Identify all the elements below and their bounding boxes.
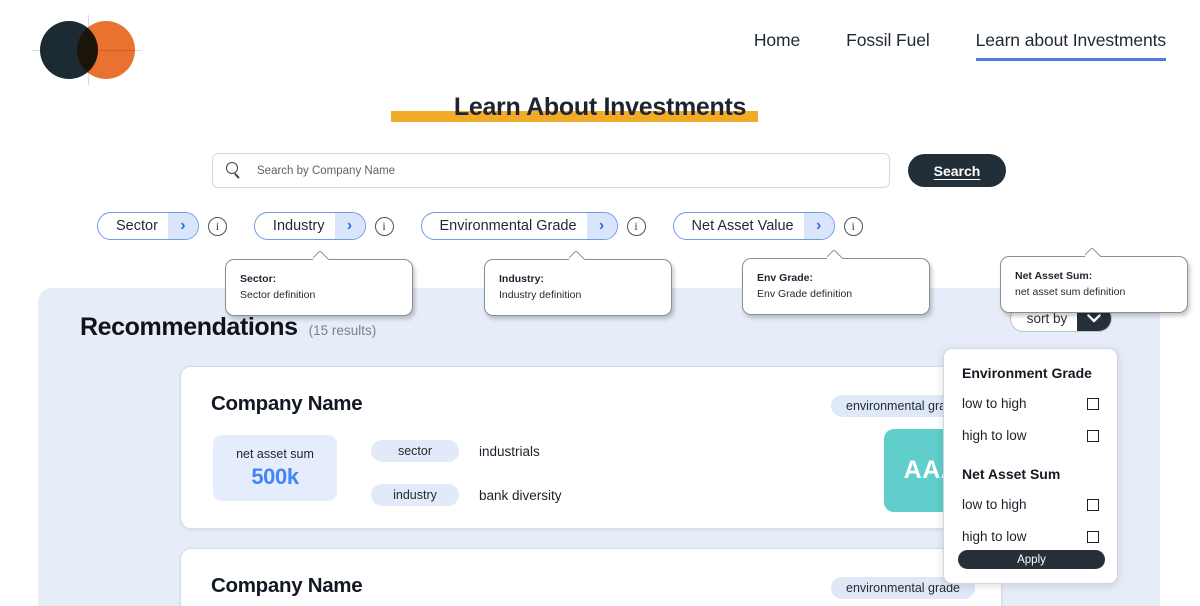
page-title-text: Learn About Investments	[453, 93, 747, 121]
recommendations-heading: Recommendations	[80, 313, 298, 341]
sector-value: industrials	[479, 443, 540, 459]
filter-environmental-grade-label: Environmental Grade	[439, 218, 577, 234]
tooltip-sector-title: Sector:	[240, 273, 277, 285]
tooltip-env-grade-body: Env Grade definition	[757, 288, 853, 301]
sort-option-env-high-to-low[interactable]: high to low	[944, 425, 1117, 446]
sort-option-nas-high-to-low[interactable]: high to low	[944, 526, 1117, 547]
sort-option-env-low-to-high[interactable]: low to high	[944, 393, 1117, 414]
tooltip-industry-body: Industry definition	[499, 289, 582, 302]
search-row: Search	[212, 153, 1006, 188]
logo-circle-orange	[77, 21, 135, 79]
filter-group-environmental-grade: Environmental Grade › i	[420, 212, 646, 240]
main-nav: Home Fossil Fuel Learn about Investments	[754, 30, 1166, 61]
page-title-wrap: Learn About Investments	[0, 93, 1200, 122]
sort-option-label: low to high	[962, 497, 1027, 512]
chevron-right-icon: ›	[334, 213, 365, 239]
filter-industry-label: Industry	[272, 218, 325, 234]
filter-environmental-grade[interactable]: Environmental Grade ›	[420, 212, 618, 240]
recommendations-header: Recommendations (15 results)	[80, 313, 376, 342]
nav-item-home[interactable]: Home	[754, 30, 800, 58]
filter-group-industry: Industry › i	[253, 212, 394, 240]
sort-option-label: high to low	[962, 529, 1027, 544]
tooltip-industry: Industry: Industry definition	[484, 259, 672, 316]
page-title: Learn About Investments	[390, 93, 759, 122]
sort-group-net-asset-sum: Net Asset Sum	[962, 466, 1061, 482]
tooltip-sector: Sector: Sector definition	[225, 259, 413, 316]
tooltip-env-grade-title: Env Grade:	[757, 272, 814, 284]
filter-net-asset-value-label: Net Asset Value	[691, 218, 794, 234]
search-button[interactable]: Search	[908, 154, 1006, 187]
recommendation-card-list: Company Name environmental grade net ass…	[180, 366, 1020, 606]
overlapping-circles-logo[interactable]	[32, 15, 142, 85]
filter-sector-label: Sector	[116, 218, 158, 234]
chevron-right-icon: ›	[586, 213, 617, 239]
info-icon-environmental-grade[interactable]: i	[626, 216, 646, 236]
results-count: (15 results)	[308, 323, 377, 338]
meta-row-sector: sector industrials	[371, 440, 562, 462]
search-button-label: Search	[933, 162, 981, 179]
info-icon-industry[interactable]: i	[374, 216, 394, 236]
sort-group-environment-grade: Environment Grade	[962, 365, 1092, 381]
filter-net-asset-value[interactable]: Net Asset Value ›	[672, 212, 835, 240]
sort-option-nas-low-to-high[interactable]: low to high	[944, 494, 1117, 515]
filter-sector[interactable]: Sector ›	[97, 212, 199, 240]
tooltip-net-asset-sum-title: Net Asset Sum:	[1015, 270, 1093, 282]
tooltip-env-grade: Env Grade: Env Grade definition	[742, 258, 930, 315]
info-icon-net-asset-value[interactable]: i	[843, 216, 863, 236]
sector-tag: sector	[371, 440, 459, 462]
tooltip-sector-body: Sector definition	[240, 289, 316, 302]
meta-row-industry: industry bank diversity	[371, 484, 562, 506]
checkbox[interactable]	[1087, 397, 1099, 410]
top-header: Home Fossil Fuel Learn about Investments	[0, 0, 1200, 92]
chevron-right-icon: ›	[167, 213, 198, 239]
sort-option-label: low to high	[962, 396, 1027, 411]
filter-group-sector: Sector › i	[97, 212, 227, 240]
recommendation-card[interactable]: Company Name environmental grade	[180, 548, 1002, 606]
tooltip-net-asset-sum-body: net asset sum definition	[1015, 286, 1126, 299]
checkbox[interactable]	[1087, 530, 1099, 543]
apply-button[interactable]: Apply	[958, 550, 1105, 569]
company-name: Company Name	[211, 392, 363, 415]
card-meta: sector industrials industry bank diversi…	[371, 440, 562, 528]
filter-row: Sector › i Industry › i Environmental Gr…	[97, 212, 863, 240]
industry-tag: industry	[371, 484, 459, 506]
info-icon-sector[interactable]: i	[207, 216, 227, 236]
net-asset-sum-box: net asset sum 500k	[213, 435, 337, 501]
search-icon	[225, 161, 243, 180]
industry-value: bank diversity	[479, 487, 562, 503]
checkbox[interactable]	[1087, 429, 1099, 442]
net-asset-sum-label: net asset sum	[236, 446, 314, 461]
nav-item-learn-about-investments[interactable]: Learn about Investments	[975, 30, 1166, 61]
sort-by-label: sort by	[1026, 311, 1068, 326]
search-input[interactable]	[257, 164, 877, 177]
nav-item-fossil-fuel[interactable]: Fossil Fuel	[846, 30, 930, 58]
checkbox[interactable]	[1087, 498, 1099, 511]
tooltip-net-asset-sum: Net Asset Sum: net asset sum definition	[1000, 256, 1188, 313]
sort-dropdown-panel: Environment Grade low to high high to lo…	[943, 348, 1118, 584]
search-box[interactable]	[212, 153, 890, 188]
filter-group-net-asset-value: Net Asset Value › i	[672, 212, 863, 240]
filter-industry[interactable]: Industry ›	[253, 212, 366, 240]
sort-option-label: high to low	[962, 428, 1027, 443]
tooltip-industry-title: Industry:	[499, 273, 544, 285]
recommendation-card[interactable]: Company Name environmental grade net ass…	[180, 366, 1002, 529]
net-asset-sum-value: 500k	[251, 463, 299, 489]
app-root: Home Fossil Fuel Learn about Investments…	[0, 0, 1200, 606]
company-name: Company Name	[211, 574, 363, 597]
chevron-right-icon: ›	[803, 213, 834, 239]
